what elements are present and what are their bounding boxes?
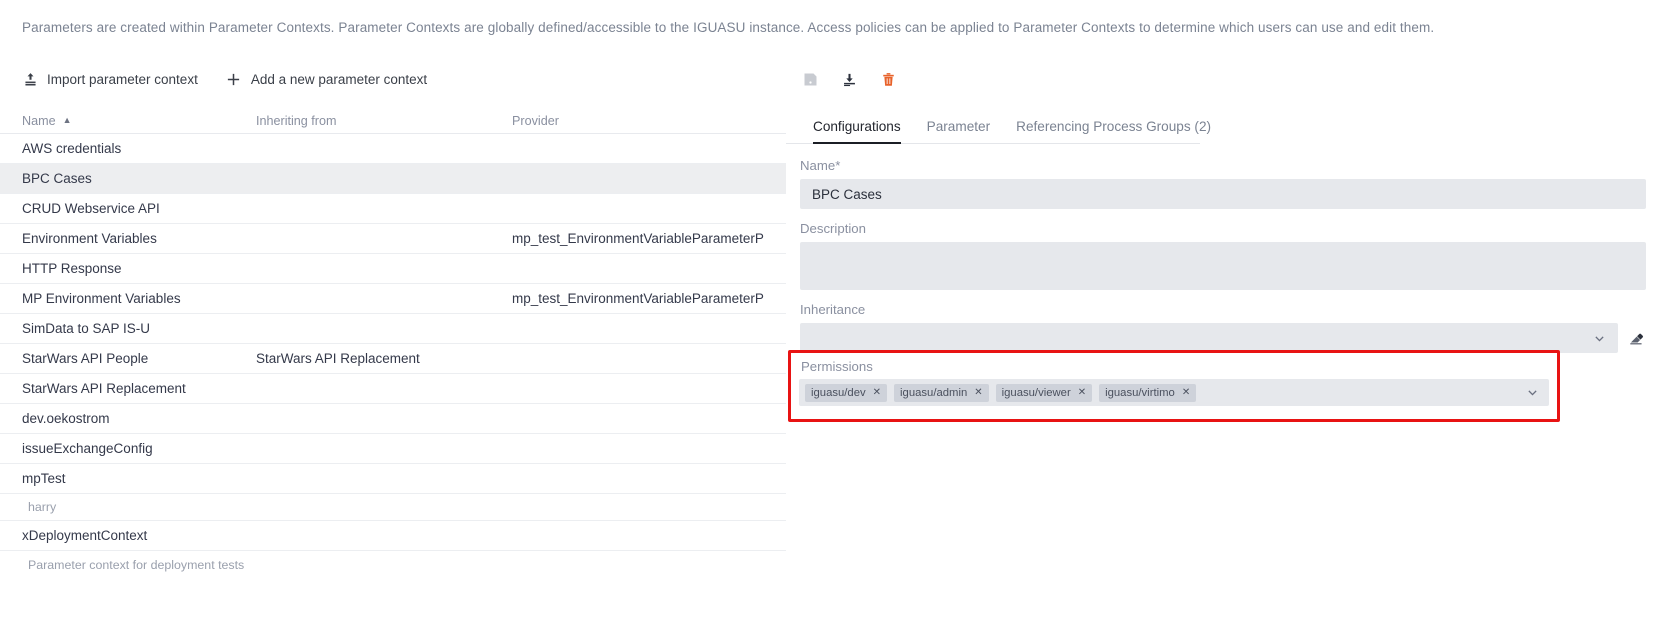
permission-chip[interactable]: iguasu/virtimo ✕ (1099, 383, 1197, 402)
parameter-context-table: Name ▲ Inheriting from Provider AWS cred… (0, 108, 786, 578)
name-field-group: Name* BPC Cases (800, 158, 1646, 209)
table-row[interactable]: issueExchangeConfig (0, 434, 786, 464)
column-header-name[interactable]: Name ▲ (0, 114, 256, 128)
cell-name: SimData to SAP IS-U (22, 321, 151, 336)
cell-name: Environment Variables (22, 231, 157, 246)
configurations-form: Name* BPC Cases Description Inheritance (786, 144, 1660, 353)
column-header-inheriting-from[interactable]: Inheriting from (256, 114, 512, 128)
cell-name: StarWars API Replacement (22, 381, 186, 396)
cell-name: MP Environment Variables (22, 291, 181, 306)
import-parameter-context-button[interactable]: Import parameter context (22, 69, 198, 89)
permissions-multiselect[interactable]: iguasu/dev ✕ iguasu/admin ✕ iguasu/viewer ✕ ig… (799, 379, 1549, 406)
inheritance-label: Inheritance (800, 302, 866, 317)
sort-ascending-icon: ▲ (62, 114, 72, 125)
table-row[interactable]: BPC Cases (0, 164, 786, 194)
add-parameter-context-label: Add a new parameter context (250, 71, 428, 87)
tab-referencing-process-groups-2[interactable]: Referencing Process Groups (2) (1003, 119, 1224, 143)
inheritance-row (800, 323, 1646, 353)
inheritance-field-group: Inheritance (800, 302, 1646, 353)
remove-chip-icon[interactable]: ✕ (1078, 387, 1086, 398)
permission-chip[interactable]: iguasu/viewer ✕ (995, 383, 1093, 402)
row-description: harry (0, 494, 786, 521)
table-row[interactable]: HTTP Response (0, 254, 786, 284)
upload-icon (22, 71, 38, 87)
description-label: Description (800, 221, 866, 236)
cell-name: HTTP Response (22, 261, 122, 276)
cell-name: StarWars API People (22, 351, 149, 366)
cell-name: AWS credentials (22, 141, 122, 156)
cell-name: mpTest (22, 471, 66, 486)
plus-icon (226, 71, 242, 87)
permissions-field-group: Permissions iguasu/dev ✕ iguasu/admin ✕ igua… (791, 353, 1557, 406)
table-header-row: Name ▲ Inheriting from Provider (0, 108, 786, 134)
permission-chip-label: iguasu/virtimo (1105, 386, 1175, 399)
cell-name: issueExchangeConfig (22, 441, 153, 456)
table-row[interactable]: StarWars API People StarWars API Replacem… (0, 344, 786, 374)
cell-inheriting-from: StarWars API Replacement (256, 351, 420, 366)
column-header-name-label: Name (22, 114, 56, 128)
parameter-context-list-pane: Import parameter context Add a new param… (0, 58, 786, 643)
eraser-icon[interactable] (1626, 328, 1646, 348)
required-marker: * (835, 158, 841, 173)
chevron-down-icon[interactable] (1526, 386, 1539, 399)
add-parameter-context-button[interactable]: Add a new parameter context (226, 69, 427, 89)
cell-name: CRUD Webservice API (22, 201, 160, 216)
permissions-chip-list: iguasu/dev ✕ iguasu/admin ✕ iguasu/viewer ✕ ig… (805, 383, 1197, 402)
name-input[interactable]: BPC Cases (800, 179, 1646, 209)
chevron-down-icon (1593, 332, 1606, 345)
name-label: Name* (800, 158, 1646, 173)
table-row[interactable]: xDeploymentContext (0, 521, 786, 551)
remove-chip-icon[interactable]: ✕ (1182, 387, 1190, 398)
cell-provider: mp_test_EnvironmentVariableParameterP (512, 291, 764, 306)
column-header-provider[interactable]: Provider (512, 114, 786, 128)
name-label-text: Name (800, 158, 836, 173)
parameter-contexts-page: Parameters are created within Parameter … (0, 0, 1660, 643)
description-input[interactable] (800, 242, 1646, 290)
description-field-group: Description (800, 221, 1646, 290)
table-row[interactable]: Environment Variables mp_test_Environment… (0, 224, 786, 254)
list-actions: Import parameter context Add a new param… (0, 58, 786, 100)
table-row[interactable]: StarWars API Replacement (0, 374, 786, 404)
cell-name: xDeploymentContext (22, 528, 148, 543)
tab-configurations[interactable]: Configurations (800, 119, 914, 144)
permission-chip-label: iguasu/dev (811, 386, 866, 399)
permission-chip[interactable]: iguasu/dev ✕ (805, 383, 888, 402)
cell-provider: mp_test_EnvironmentVariableParameterP (512, 231, 764, 246)
permissions-label: Permissions (801, 359, 873, 374)
remove-chip-icon[interactable]: ✕ (873, 387, 881, 398)
permission-chip[interactable]: iguasu/admin ✕ (894, 383, 989, 402)
intro-text: Parameters are created within Parameter … (22, 20, 1435, 35)
row-description: Parameter context for deployment tests (28, 557, 245, 572)
table-row[interactable]: SimData to SAP IS-U (0, 314, 786, 344)
permission-chip-label: iguasu/admin (900, 386, 968, 399)
download-icon[interactable] (839, 69, 859, 89)
cell-name: dev.oekostrom (22, 411, 110, 426)
cell-name: BPC Cases (22, 171, 92, 186)
table-row[interactable]: MP Environment Variables mp_test_Environm… (0, 284, 786, 314)
tab-parameter[interactable]: Parameter (914, 119, 1003, 143)
table-row[interactable]: dev.oekostrom (0, 404, 786, 434)
table-row[interactable]: CRUD Webservice API (0, 194, 786, 224)
save-icon[interactable] (800, 69, 820, 89)
table-row[interactable]: AWS credentials (0, 134, 786, 164)
import-parameter-context-label: Import parameter context (47, 71, 198, 87)
remove-chip-icon[interactable]: ✕ (974, 387, 982, 398)
inheritance-select[interactable] (800, 323, 1618, 353)
table-body: AWS credentials BPC Cases CRUD Webservice … (0, 134, 786, 578)
table-row[interactable]: mpTest (0, 464, 786, 494)
delete-icon[interactable] (878, 69, 898, 89)
detail-tabs: Configurations Parameter Referencing Proce… (786, 110, 1211, 144)
permissions-highlight-box: Permissions iguasu/dev ✕ iguasu/admin ✕ igua… (788, 350, 1560, 422)
permission-chip-label: iguasu/viewer (1001, 386, 1071, 399)
detail-toolbar (786, 58, 1660, 100)
